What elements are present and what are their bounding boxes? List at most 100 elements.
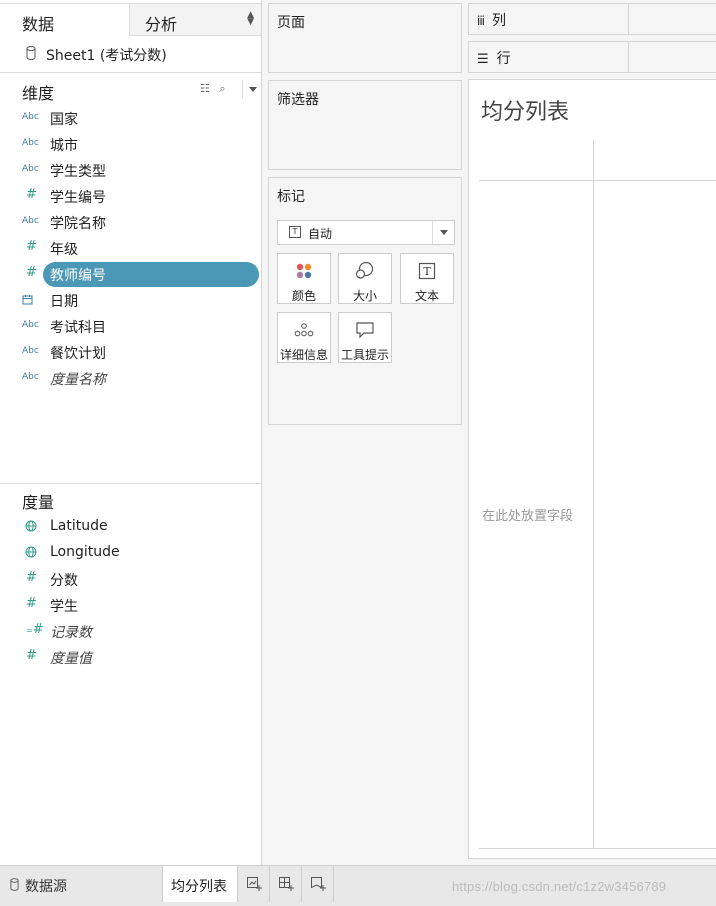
field-name: 考试科目 bbox=[50, 320, 106, 336]
columns-icon: iii bbox=[477, 14, 485, 28]
text-icon: T bbox=[418, 262, 436, 280]
number-type-icon: # bbox=[26, 596, 37, 611]
field-item[interactable]: Abc 城市 bbox=[0, 131, 261, 157]
size-button[interactable]: 大小 bbox=[338, 253, 392, 304]
detail-button[interactable]: 详细信息 bbox=[277, 312, 331, 363]
field-name: 教师编号 bbox=[50, 268, 106, 284]
drop-field-hint[interactable]: 在此处放置字段 bbox=[482, 505, 573, 524]
number-type-icon: # bbox=[26, 570, 37, 585]
tooltip-button-label: 工具提示 bbox=[340, 348, 389, 362]
filters-card-title: 筛选器 bbox=[277, 92, 319, 108]
sheet-title[interactable]: 均分列表 bbox=[481, 94, 569, 126]
field-item[interactable]: Abc 考试科目 bbox=[0, 313, 261, 339]
field-item[interactable]: Abc 度量名称 bbox=[0, 365, 261, 391]
field-item[interactable]: # 分数 bbox=[0, 566, 261, 592]
field-name: 学生编号 bbox=[50, 190, 106, 206]
field-name: 学生 bbox=[50, 599, 78, 615]
size-icon bbox=[355, 261, 374, 279]
tab-datasource-label: 数据源 bbox=[25, 879, 67, 895]
string-type-icon: Abc bbox=[22, 320, 39, 330]
datasource-label: Sheet1 (考试分数) bbox=[46, 48, 167, 64]
string-type-icon: Abc bbox=[22, 346, 39, 356]
search-icon[interactable]: ⌕ bbox=[219, 82, 225, 95]
field-name: 日期 bbox=[50, 294, 78, 310]
number-type-icon: # bbox=[26, 239, 37, 254]
rows-shelf-label: ☰ 行 bbox=[477, 51, 511, 67]
color-icon bbox=[296, 263, 312, 279]
calculated-number-icon: =# bbox=[26, 622, 44, 637]
rows-shelf[interactable]: ☰ 行 bbox=[468, 41, 716, 73]
field-name: 度量值 bbox=[50, 651, 92, 667]
string-type-icon: Abc bbox=[22, 164, 39, 174]
detail-button-label: 详细信息 bbox=[279, 348, 328, 362]
field-item[interactable]: Abc 学院名称 bbox=[0, 209, 261, 235]
string-type-icon: Abc bbox=[22, 138, 39, 148]
new-worksheet-icon bbox=[247, 877, 262, 891]
field-item[interactable]: Latitude bbox=[0, 514, 261, 540]
date-type-icon bbox=[22, 294, 44, 308]
tab-analysis-label: 分析 bbox=[145, 15, 178, 34]
view-canvas[interactable]: 均分列表 在此处放置字段 bbox=[468, 79, 716, 859]
tab-sheet[interactable]: 均分列表 bbox=[162, 866, 238, 902]
field-item[interactable]: Abc 学生类型 bbox=[0, 157, 261, 183]
new-worksheet-button[interactable] bbox=[238, 866, 270, 902]
columns-shelf-label: iii 列 bbox=[477, 13, 507, 29]
number-type-icon: # bbox=[26, 648, 37, 663]
field-item[interactable]: Abc 国家 bbox=[0, 105, 261, 131]
field-item[interactable]: Longitude bbox=[0, 540, 261, 566]
pages-card[interactable]: 页面 bbox=[268, 3, 462, 73]
field-name: 学生类型 bbox=[50, 164, 106, 180]
divider bbox=[0, 483, 261, 484]
datasource-item[interactable]: Sheet1 (考试分数) bbox=[0, 36, 261, 73]
tooltip-button[interactable]: 工具提示 bbox=[338, 312, 392, 363]
field-item[interactable]: =# 记录数 bbox=[0, 618, 261, 644]
number-type-icon: # bbox=[26, 265, 37, 280]
field-item[interactable]: # 学生编号 bbox=[0, 183, 261, 209]
tab-data-label: 数据 bbox=[22, 15, 55, 34]
string-type-icon: Abc bbox=[22, 216, 39, 226]
columns-shelf[interactable]: iii 列 bbox=[468, 3, 716, 35]
new-dashboard-button[interactable] bbox=[270, 866, 302, 902]
tab-analysis[interactable]: 分析 ▲ ▼ bbox=[129, 3, 261, 36]
up-down-arrows-icon[interactable]: ▲ ▼ bbox=[247, 11, 254, 27]
field-name: 餐饮计划 bbox=[50, 346, 106, 362]
color-button[interactable]: 颜色 bbox=[277, 253, 331, 304]
field-item[interactable]: # 学生 bbox=[0, 592, 261, 618]
list-view-icon[interactable]: ☷ bbox=[200, 82, 210, 95]
measures-title: 度量 bbox=[22, 493, 55, 512]
field-item[interactable]: # 度量值 bbox=[0, 644, 261, 670]
field-item[interactable]: Abc 餐饮计划 bbox=[0, 339, 261, 365]
dimensions-tools: ☷ ⌕ bbox=[200, 82, 226, 96]
tab-datasource[interactable]: 数据源 bbox=[0, 866, 162, 902]
filters-card[interactable]: 筛选器 bbox=[268, 80, 462, 170]
string-type-icon: Abc bbox=[22, 112, 39, 122]
grid-line bbox=[479, 180, 716, 181]
field-name: 度量名称 bbox=[50, 372, 106, 388]
globe-icon bbox=[25, 520, 47, 535]
mark-type-label: 自动 bbox=[308, 227, 333, 241]
tooltip-icon bbox=[356, 322, 374, 339]
dimensions-menu-dropdown[interactable] bbox=[242, 80, 261, 98]
new-story-button[interactable] bbox=[302, 866, 334, 902]
size-button-label: 大小 bbox=[352, 289, 377, 303]
marks-card-title: 标记 bbox=[277, 189, 305, 205]
tab-sheet-label: 均分列表 bbox=[171, 879, 227, 895]
field-item[interactable]: # 教师编号 bbox=[0, 261, 261, 287]
grid-line bbox=[593, 140, 594, 848]
detail-icon bbox=[294, 323, 314, 337]
field-item[interactable]: # 年级 bbox=[0, 235, 261, 261]
mark-type-dropdown[interactable]: T 自动 bbox=[277, 220, 455, 245]
svg-text:T: T bbox=[423, 265, 431, 278]
field-item[interactable]: 日期 bbox=[0, 287, 261, 313]
data-pane: 数据 分析 ▲ ▼ Sheet1 (考试分数) 维度 ☷ ⌕ Abc 国家 Abc 城市… bbox=[0, 0, 262, 865]
marks-card: 标记 T 自动 颜色 大小 T 文本 详细信息 工具提示 bbox=[268, 177, 462, 425]
chevron-down-icon[interactable] bbox=[432, 221, 454, 244]
shelf-divider bbox=[628, 42, 629, 72]
watermark: https://blog.csdn.net/c1z2w3456789 bbox=[452, 879, 667, 894]
tab-data[interactable]: 数据 bbox=[0, 3, 129, 36]
color-button-label: 颜色 bbox=[291, 289, 316, 303]
rows-icon: ☰ bbox=[477, 52, 489, 67]
field-name: 城市 bbox=[50, 138, 78, 154]
field-name: Longitude bbox=[50, 544, 120, 560]
text-button[interactable]: T 文本 bbox=[400, 253, 454, 304]
